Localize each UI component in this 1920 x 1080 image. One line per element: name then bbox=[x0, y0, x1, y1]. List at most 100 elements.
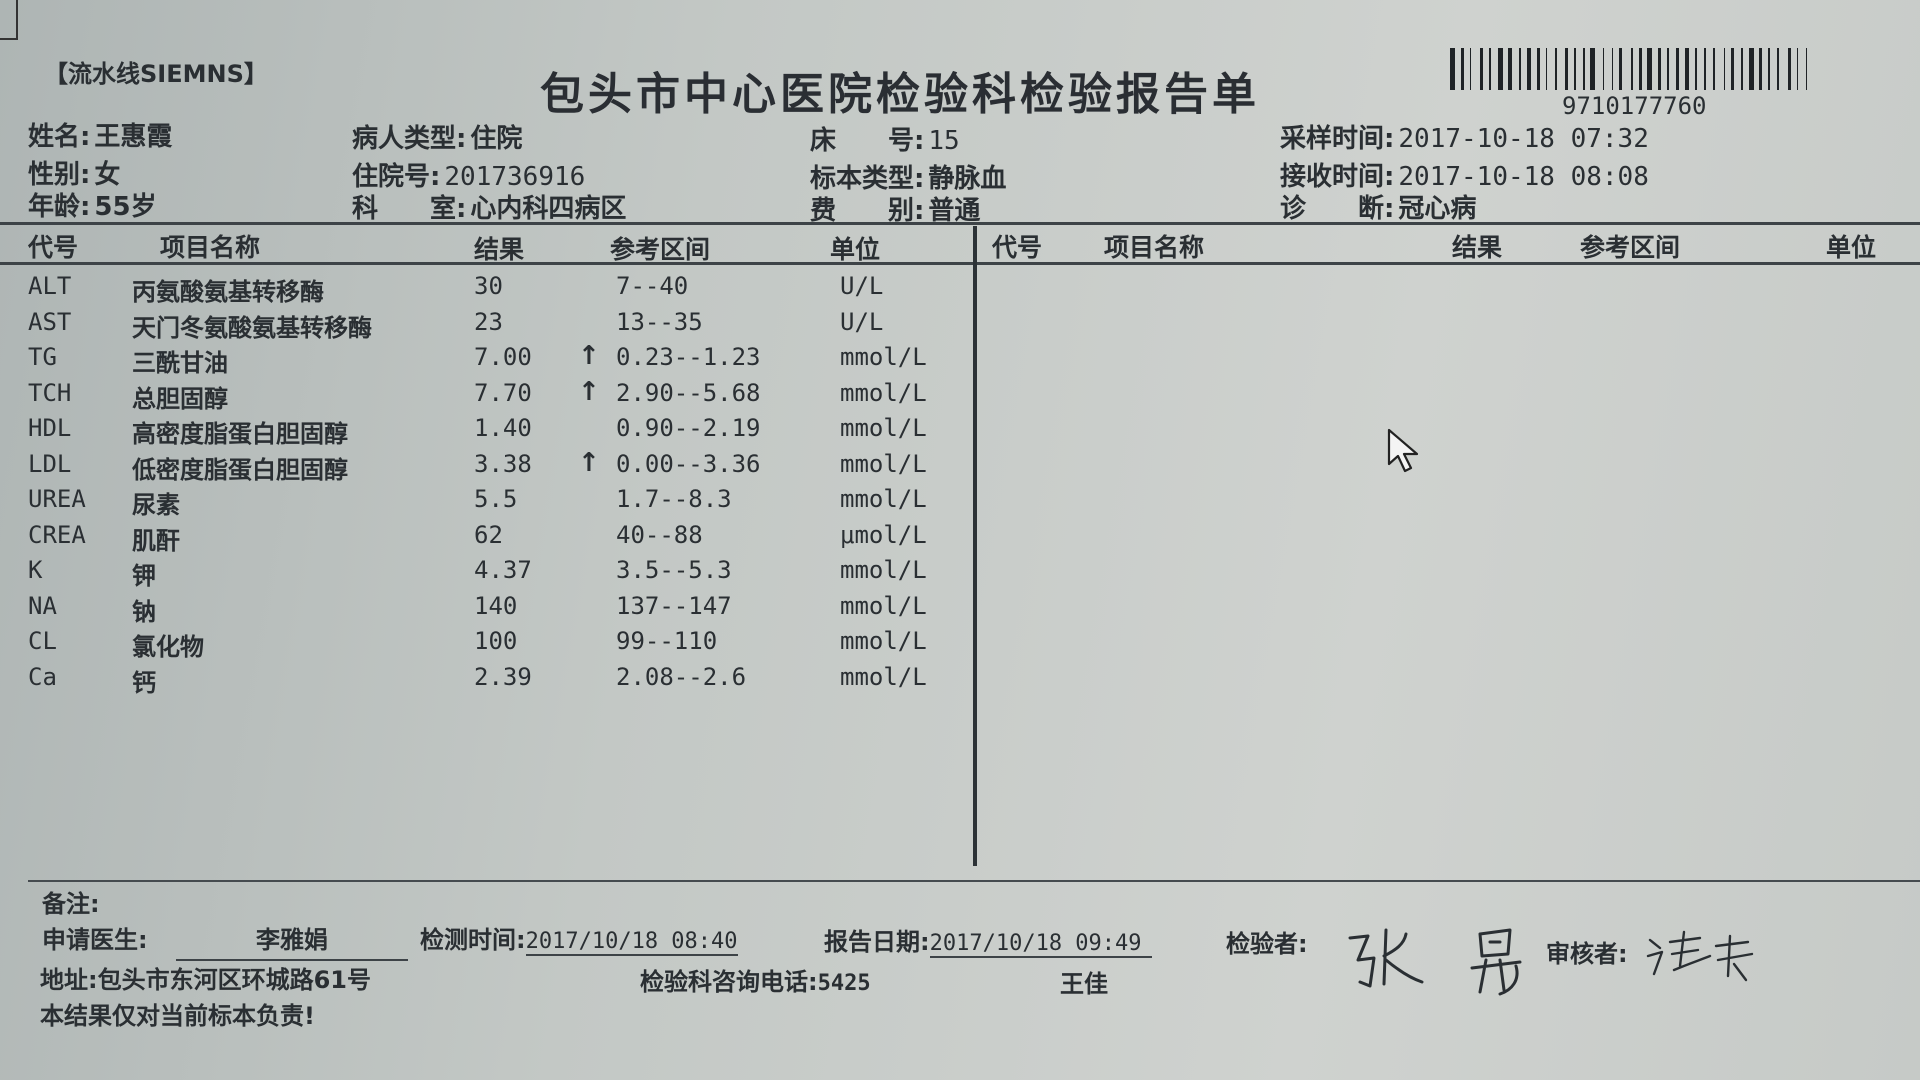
barcode-bar bbox=[1663, 48, 1665, 90]
patient-age: 55岁 bbox=[94, 192, 157, 222]
patient-type: 住院 bbox=[470, 124, 523, 154]
bed-number: 15 bbox=[928, 126, 960, 156]
col-header-code-right: 代号 bbox=[992, 233, 1043, 262]
cell-unit: mmol/L bbox=[840, 449, 927, 478]
barcode-bar bbox=[1800, 48, 1803, 90]
barcode-bar bbox=[1684, 48, 1690, 90]
cell-range: 2.90--5.68 bbox=[616, 378, 761, 407]
doctor-label: 申请医生: bbox=[42, 926, 148, 954]
barcode-bar bbox=[1549, 48, 1552, 90]
barcode-bar bbox=[1796, 48, 1799, 90]
barcode-bar bbox=[1699, 48, 1702, 90]
barcode-bar bbox=[1587, 48, 1589, 90]
address-field: 地址:包头市东河区环城路61号 bbox=[40, 960, 371, 995]
cell-unit: mmol/L bbox=[840, 556, 927, 584]
cell-code: NA bbox=[28, 591, 57, 620]
cell-unit: U/L bbox=[840, 272, 884, 300]
barcode-bar bbox=[1450, 48, 1455, 90]
barcode-bar bbox=[1583, 48, 1586, 90]
barcode-bar bbox=[1647, 48, 1653, 90]
cell-flag: ↑ bbox=[578, 341, 600, 371]
cell-name: 肌酐 bbox=[132, 526, 180, 555]
col-header-result-right: 结果 bbox=[1452, 233, 1503, 262]
cell-code: TG bbox=[28, 343, 57, 371]
barcode-bar bbox=[1681, 48, 1683, 90]
cell-range: 13--35 bbox=[616, 307, 703, 336]
barcode-bar bbox=[1536, 48, 1541, 90]
report-date-label: 报告日期: bbox=[824, 928, 930, 956]
phone-number: 5425 bbox=[817, 971, 871, 996]
cell-name: 氯化物 bbox=[132, 633, 204, 661]
barcode-bar bbox=[1485, 48, 1487, 90]
cell-name: 尿素 bbox=[132, 491, 180, 519]
cell-name: 高密度脂蛋白胆固醇 bbox=[132, 420, 348, 448]
barcode-number: 9710177760 bbox=[1562, 92, 1707, 120]
window-corner bbox=[0, 0, 18, 40]
barcode-bar bbox=[1787, 48, 1791, 90]
cell-name: 钠 bbox=[132, 597, 156, 626]
barcode-bar bbox=[1749, 48, 1754, 90]
barcode-bar bbox=[1606, 48, 1609, 90]
barcode-bar bbox=[1457, 48, 1459, 90]
cell-range: 40--88 bbox=[616, 520, 703, 549]
barcode-bar bbox=[1777, 48, 1780, 90]
department-field: 科 室: 心内科四病区 bbox=[352, 188, 626, 225]
col-header-name: 项目名称 bbox=[160, 233, 261, 262]
barcode-bar bbox=[1473, 48, 1478, 90]
address-label: 地址: bbox=[40, 966, 98, 994]
barcode-bar bbox=[1618, 48, 1623, 90]
cell-range: 0.23--1.23 bbox=[616, 343, 761, 371]
department: 心内科四病区 bbox=[470, 194, 627, 224]
test-time-field: 检测时间:2017/10/18 08:40 bbox=[420, 920, 738, 956]
test-time-label: 检测时间: bbox=[420, 926, 526, 954]
cell-name: 丙氨酸氨基转移酶 bbox=[132, 278, 324, 306]
barcode-bar bbox=[1480, 48, 1484, 90]
barcode-bar bbox=[1492, 48, 1495, 90]
barcode-bar bbox=[1505, 48, 1507, 90]
barcode-bar bbox=[1793, 48, 1795, 90]
barcode-bar bbox=[1565, 48, 1569, 90]
cell-code: UREA bbox=[28, 485, 86, 513]
report-title: 包头市中心医院检验科检验报告单 bbox=[540, 69, 1260, 120]
col-header-range: 参考区间 bbox=[610, 235, 711, 264]
cell-code: Ca bbox=[28, 662, 57, 691]
patient-name-label: 姓名: bbox=[28, 122, 91, 152]
address: 包头市东河区环城路61号 bbox=[97, 966, 372, 994]
barcode-bar bbox=[1519, 48, 1521, 90]
barcode-bar bbox=[1809, 48, 1814, 90]
barcode-bar bbox=[1508, 48, 1512, 90]
barcode-bar bbox=[1602, 48, 1605, 90]
cell-range: 3.5--5.3 bbox=[616, 556, 732, 584]
patient-name-field: 姓名: 王惠霞 bbox=[28, 116, 172, 153]
barcode-bar bbox=[1574, 48, 1576, 90]
cell-code: CL bbox=[28, 627, 57, 655]
disclaimer: 本结果仅对当前标本负责! bbox=[40, 1002, 315, 1030]
diagnosis-field: 诊 断: 冠心病 bbox=[1280, 188, 1476, 225]
barcode-bar bbox=[1781, 48, 1786, 90]
cell-result: 1.40 bbox=[474, 414, 532, 442]
barcode-bar bbox=[1654, 48, 1656, 90]
barcode-bar bbox=[1667, 48, 1669, 90]
barcode-bar bbox=[1533, 48, 1535, 90]
remark-label: 备注: bbox=[42, 890, 100, 918]
header-divider bbox=[0, 222, 1920, 225]
bed-field: 床 号: 15 bbox=[810, 120, 960, 157]
cell-unit: mmol/L bbox=[840, 662, 927, 691]
cell-name: 钾 bbox=[132, 562, 156, 590]
barcode-bar bbox=[1545, 48, 1548, 90]
cell-name: 总胆固醇 bbox=[132, 384, 228, 413]
patient-type-field: 病人类型: 住院 bbox=[352, 118, 522, 155]
cell-range: 0.00--3.36 bbox=[616, 449, 761, 478]
col-header-result: 结果 bbox=[474, 235, 525, 264]
report-date-field: 报告日期:2017/10/18 09:49 bbox=[824, 922, 1152, 958]
barcode bbox=[1450, 48, 1840, 90]
cell-result: 4.37 bbox=[474, 556, 532, 584]
cell-range: 7--40 bbox=[616, 272, 689, 300]
barcode-bar bbox=[1759, 48, 1763, 90]
col-header-code: 代号 bbox=[28, 233, 79, 262]
cell-code: TCH bbox=[28, 378, 72, 407]
barcode-bar bbox=[1631, 48, 1633, 90]
cell-name: 三酰甘油 bbox=[132, 349, 228, 377]
sample-time-field: 采样时间: 2017-10-18 07:32 bbox=[1280, 118, 1649, 155]
phone-field: 检验科咨询电话:5425 bbox=[640, 962, 871, 997]
